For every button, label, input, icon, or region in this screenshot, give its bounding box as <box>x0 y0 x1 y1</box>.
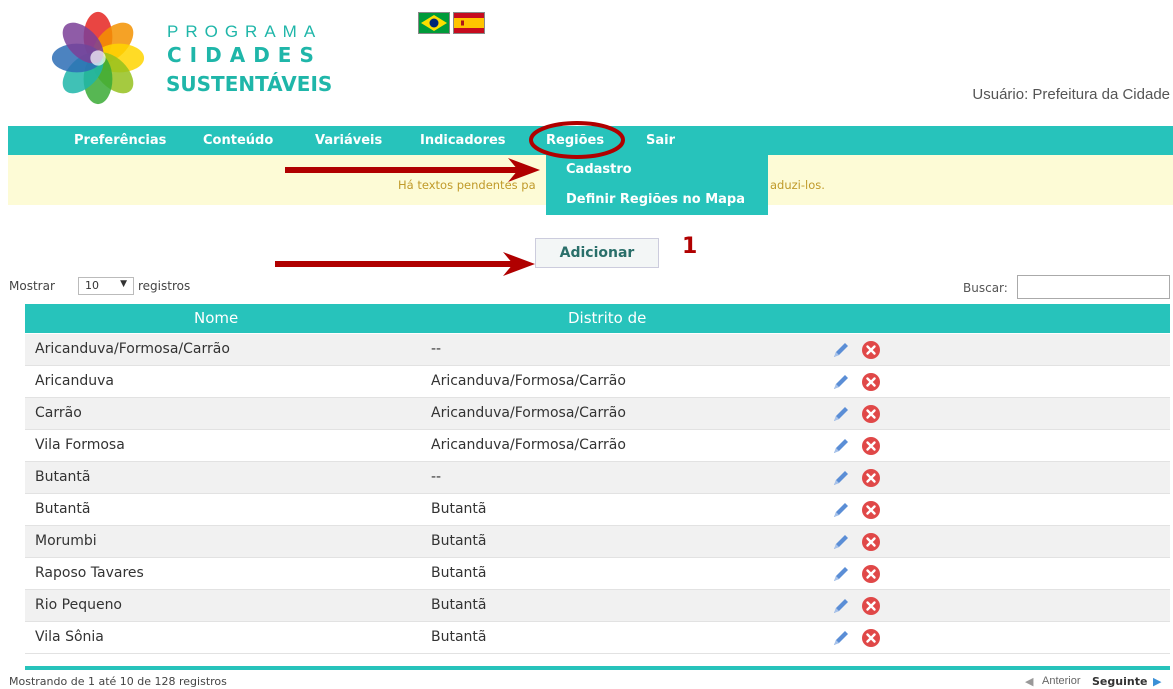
table-row: Vila Formosa Aricanduva/Formosa/Carrão <box>25 430 1170 462</box>
delete-x-icon[interactable] <box>861 340 881 360</box>
column-header-distrito[interactable]: Distrito de <box>568 304 646 333</box>
cell-nome: Raposo Tavares <box>35 565 144 581</box>
cell-nome: Butantã <box>35 501 91 517</box>
table-row: Butantã -- <box>25 462 1170 494</box>
table-row: Carrão Aricanduva/Formosa/Carrão <box>25 398 1170 430</box>
arrow-left-icon: ◀ <box>1025 675 1034 688</box>
table-row: Butantã Butantã <box>25 494 1170 526</box>
edit-pencil-icon[interactable] <box>831 372 851 392</box>
cell-distrito: Aricanduva/Formosa/Carrão <box>431 373 626 389</box>
arrow-right-icon[interactable]: ▶ <box>1153 675 1161 688</box>
cell-nome: Aricanduva/Formosa/Carrão <box>35 341 230 357</box>
edit-pencil-icon[interactable] <box>831 404 851 424</box>
cell-nome: Morumbi <box>35 533 97 549</box>
edit-pencil-icon[interactable] <box>831 628 851 648</box>
cell-distrito: Butantã <box>431 597 487 613</box>
next-page-link[interactable]: Seguinte <box>1092 675 1147 688</box>
edit-pencil-icon[interactable] <box>831 564 851 584</box>
cell-distrito: -- <box>431 341 442 357</box>
cell-distrito: Butantã <box>431 565 487 581</box>
prev-page-link[interactable]: Anterior <box>1042 675 1081 687</box>
table-row: Rio Pequeno Butantã <box>25 590 1170 622</box>
cell-distrito: -- <box>431 469 442 485</box>
delete-x-icon[interactable] <box>861 532 881 552</box>
delete-x-icon[interactable] <box>861 468 881 488</box>
cell-distrito: Butantã <box>431 533 487 549</box>
table-footer-bar <box>25 666 1170 670</box>
cell-nome: Aricanduva <box>35 373 114 389</box>
edit-pencil-icon[interactable] <box>831 500 851 520</box>
edit-pencil-icon[interactable] <box>831 468 851 488</box>
pagination-info: Mostrando de 1 até 10 de 128 registros <box>9 675 227 688</box>
cell-nome: Vila Sônia <box>35 629 104 645</box>
delete-x-icon[interactable] <box>861 372 881 392</box>
cell-distrito: Butantã <box>431 501 487 517</box>
delete-x-icon[interactable] <box>861 500 881 520</box>
delete-x-icon[interactable] <box>861 564 881 584</box>
table-row: Vila Sônia Butantã <box>25 622 1170 654</box>
table-row: Aricanduva/Formosa/Carrão -- <box>25 334 1170 366</box>
table-row: Morumbi Butantã <box>25 526 1170 558</box>
cell-nome: Rio Pequeno <box>35 597 123 613</box>
edit-pencil-icon[interactable] <box>831 436 851 456</box>
table-row: Raposo Tavares Butantã <box>25 558 1170 590</box>
cell-nome: Vila Formosa <box>35 437 125 453</box>
annotation-overlay <box>275 121 625 276</box>
cell-distrito: Aricanduva/Formosa/Carrão <box>431 405 626 421</box>
edit-pencil-icon[interactable] <box>831 596 851 616</box>
edit-pencil-icon[interactable] <box>831 532 851 552</box>
edit-pencil-icon[interactable] <box>831 340 851 360</box>
delete-x-icon[interactable] <box>861 404 881 424</box>
cell-nome: Butantã <box>35 469 91 485</box>
cell-nome: Carrão <box>35 405 82 421</box>
highlight-circle <box>529 121 625 159</box>
delete-x-icon[interactable] <box>861 596 881 616</box>
column-header-nome[interactable]: Nome <box>194 304 238 333</box>
delete-x-icon[interactable] <box>861 628 881 648</box>
cell-distrito: Aricanduva/Formosa/Carrão <box>431 437 626 453</box>
delete-x-icon[interactable] <box>861 436 881 456</box>
cell-distrito: Butantã <box>431 629 487 645</box>
table-row: Aricanduva Aricanduva/Formosa/Carrão <box>25 366 1170 398</box>
